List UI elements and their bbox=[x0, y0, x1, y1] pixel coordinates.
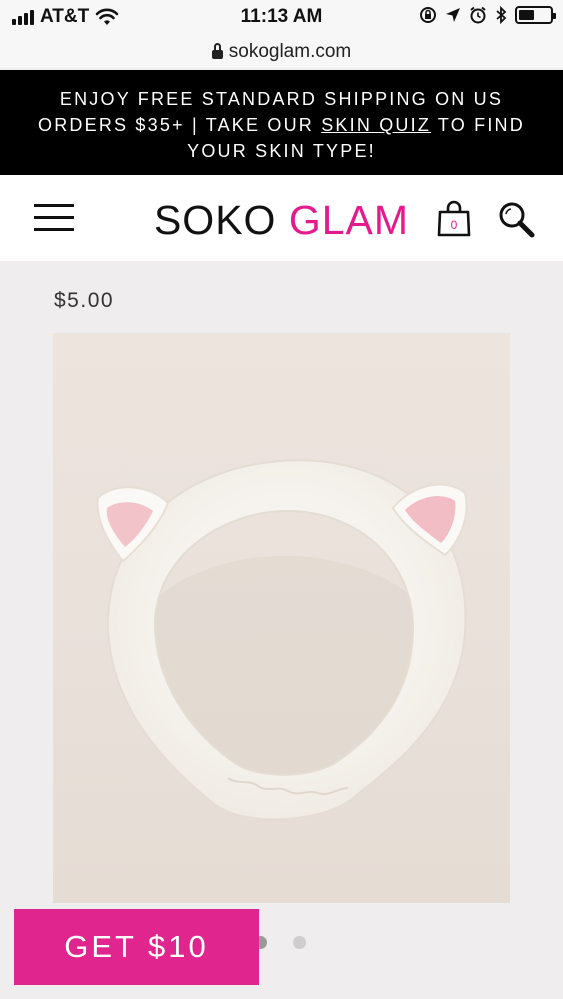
address-bar[interactable]: sokoglam.com bbox=[0, 36, 563, 68]
logo-word-soko: SOKO bbox=[153, 197, 277, 243]
get-10-button[interactable]: GET $10 bbox=[14, 909, 259, 985]
location-arrow-icon bbox=[446, 8, 460, 22]
skin-quiz-link[interactable]: SKIN QUIZ bbox=[321, 115, 431, 135]
shopping-bag-icon[interactable]: 0 bbox=[436, 200, 472, 238]
carousel-dots bbox=[254, 936, 306, 949]
url-text: sokoglam.com bbox=[228, 41, 352, 62]
lock-icon bbox=[211, 43, 223, 59]
status-bar: AT&T 11:13 AM bbox=[0, 0, 563, 36]
product-image[interactable] bbox=[53, 333, 510, 903]
product-price: $5.00 bbox=[54, 289, 115, 312]
cat-ear-headband-image bbox=[96, 459, 468, 821]
site-header: SOKO GLAM 0 bbox=[0, 175, 563, 261]
status-bar-right bbox=[419, 6, 556, 24]
bag-count: 0 bbox=[451, 218, 458, 232]
battery-icon bbox=[515, 6, 556, 24]
bluetooth-icon bbox=[496, 6, 507, 24]
promo-banner: ENJOY FREE STANDARD SHIPPING ON US ORDER… bbox=[0, 70, 563, 175]
logo-word-glam: GLAM bbox=[288, 197, 410, 243]
site-logo[interactable]: SOKO GLAM bbox=[0, 197, 563, 244]
orientation-lock-icon bbox=[420, 7, 436, 23]
search-icon[interactable] bbox=[496, 200, 536, 240]
carousel-dot-2[interactable] bbox=[293, 936, 306, 949]
alarm-icon bbox=[470, 6, 486, 24]
